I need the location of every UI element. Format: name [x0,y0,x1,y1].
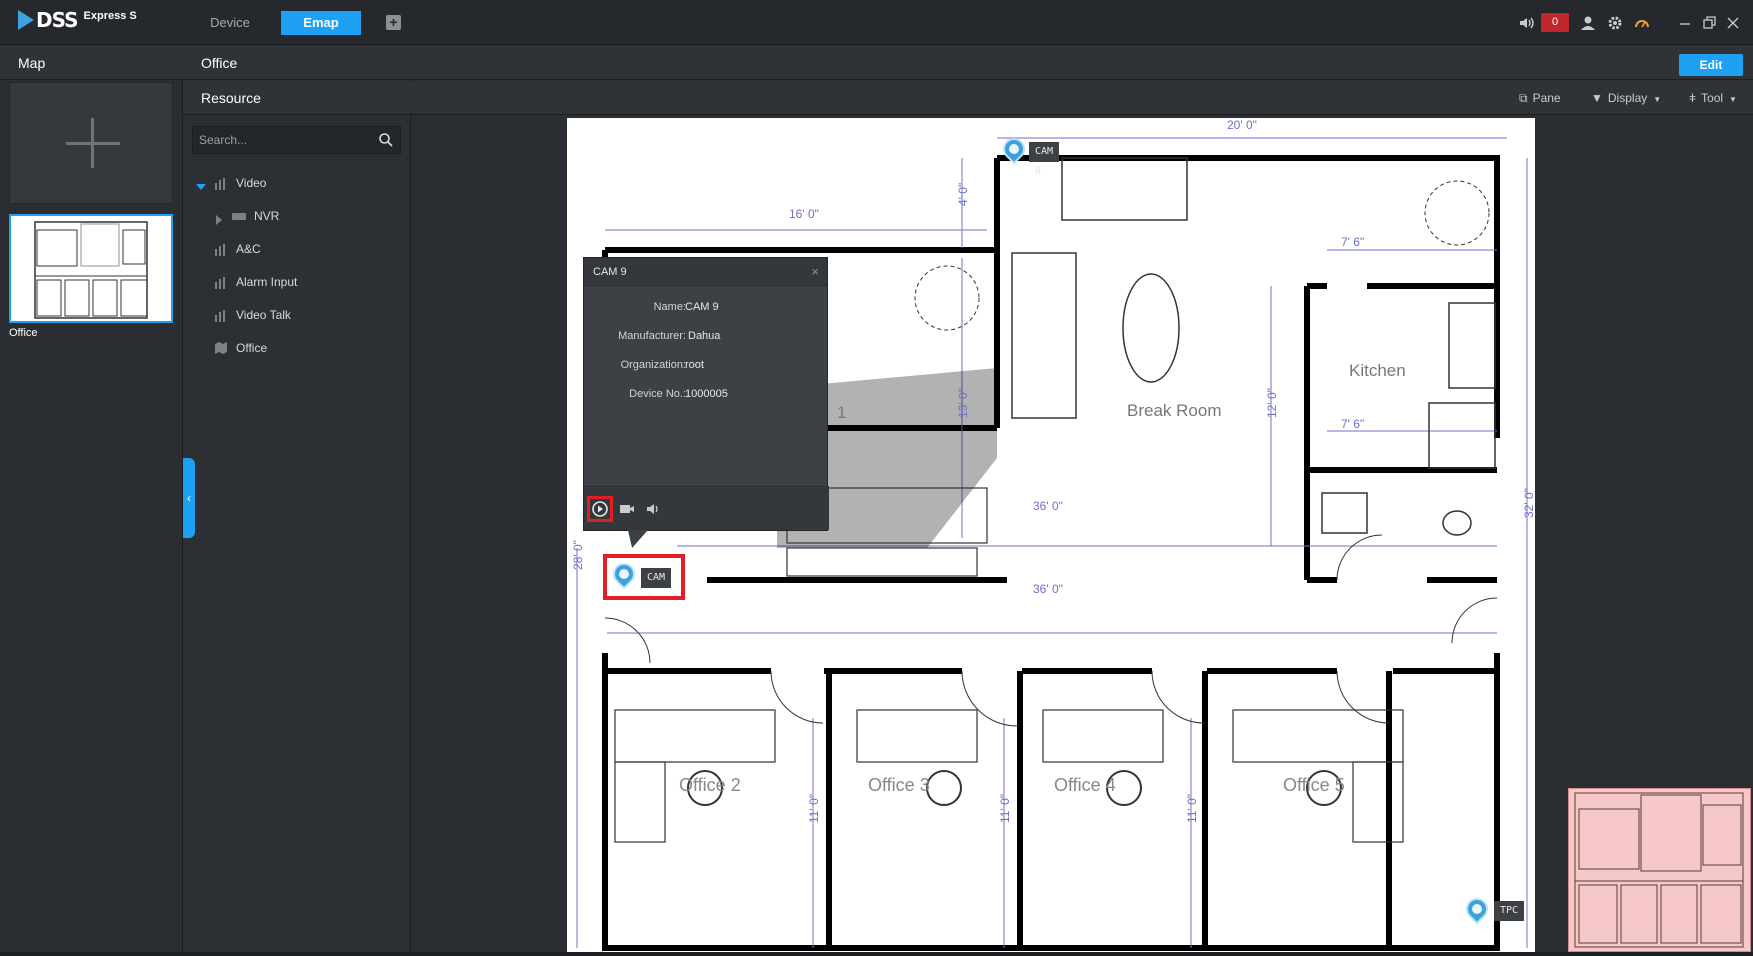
room-label-office-1: 1 [837,403,846,422]
audio-icon[interactable] [642,498,664,520]
restore-icon[interactable] [1700,14,1718,32]
alarm-input-icon [214,275,228,289]
tree-item-label: A&C [236,242,261,256]
caret-right-icon[interactable] [214,211,224,225]
room-label-break-room: Break Room [1127,401,1221,420]
tree-item-office[interactable]: Office [214,338,267,358]
play-icon[interactable] [589,498,611,520]
popup-close-icon[interactable]: × [811,258,819,286]
map-thumbnail-office[interactable] [9,214,173,323]
display-label: Display [1607,91,1648,105]
dimension-label: 11' 0" [807,794,821,823]
camera-group-icon [214,176,228,190]
bottom-scrollbar[interactable] [0,952,1753,956]
app-logo: DSS Express S [18,10,137,30]
speaker-icon[interactable] [1518,14,1536,32]
room-label-kitchen: Kitchen [1349,361,1406,380]
camera-label: TPC [1494,901,1525,921]
caret-down-icon[interactable] [196,178,206,190]
user-icon[interactable] [1579,14,1597,32]
resource-panel-title: Resource [183,81,411,115]
tab-emap[interactable]: Emap [281,11,361,35]
video-talk-icon [214,308,228,322]
pane-button[interactable]: ⧉ Pane [1519,81,1561,115]
add-tab-button[interactable]: + [386,15,401,30]
tree-item-video[interactable]: Video [196,173,266,193]
pane-label: Pane [1532,91,1561,105]
access-control-icon [214,242,228,256]
filter-icon: ▼ [1591,91,1603,105]
dimension-label: 4' 0" [956,183,970,206]
tree-item-label: NVR [254,209,280,223]
dimension-label: 20' 0" [1227,118,1257,132]
room-label-office-5: Office 5 [1283,775,1345,795]
tool-label: Tool [1701,91,1724,105]
search-icon[interactable] [378,132,394,148]
logo-text: DSS [36,8,79,32]
map-thumbnail-label: Office [9,327,38,339]
minimize-icon[interactable] [1676,14,1694,32]
dimension-label: 11' 0" [1185,794,1199,823]
dimension-label: 32' 0" [1522,488,1535,518]
collapse-panel-button[interactable]: ‹ [183,458,195,538]
tree-item-label: Video [236,176,267,190]
map-toolbar: ⧉ Pane ▼ Display ▼ ǂ Tool ▼ [411,81,1753,115]
close-icon[interactable] [1724,14,1742,32]
tree-item-video-talk[interactable]: Video Talk [214,305,291,325]
alarm-count-badge[interactable]: 0 [1541,13,1569,32]
gear-icon[interactable] [1606,14,1624,32]
popup-field-organization: Organization: root [620,359,704,371]
minimap[interactable] [1568,788,1751,952]
tool-dropdown[interactable]: ǂ Tool ▼ [1689,81,1737,115]
popup-title: CAM 9 [593,266,627,278]
tree-item-label: Video Talk [236,308,291,322]
room-label-office-3: Office 3 [868,775,930,795]
dimension-label: 28' 0" [571,540,585,570]
map-icon [214,341,228,355]
title-bar: DSS Express S Device Emap + 0 [0,0,1753,45]
dimension-label: 7' 6" [1341,235,1364,249]
tree-item-label: Office [236,341,268,355]
dimension-label: 11' 0" [998,794,1012,823]
dimension-label: 7' 6" [1341,417,1364,431]
room-label-office-2: Office 2 [679,775,741,795]
dimension-label: 36' 0" [1033,582,1063,596]
tree-item-ac[interactable]: A&C [214,239,261,259]
cam9-highlight-box [603,554,685,600]
dimension-label: 12' 0" [1265,388,1279,418]
chevron-down-icon: ▼ [1653,95,1662,104]
logo-icon [18,10,34,30]
performance-icon[interactable] [1633,14,1651,32]
display-dropdown[interactable]: ▼ Display ▼ [1591,81,1661,115]
map-panel-title: Map [0,46,183,80]
tree-item-label: Alarm Input [236,275,298,289]
tree-item-alarm-input[interactable]: Alarm Input [214,272,297,292]
dimension-label: 16' 0" [789,207,819,221]
chevron-down-icon: ▼ [1729,95,1737,104]
tool-icon: ǂ [1689,91,1697,105]
popup-field-manufacturer: Manufacturer: Dahua [618,330,721,342]
popup-header: CAM 9 × [584,258,827,286]
dimension-label: 36' 0" [1033,499,1063,513]
room-label-office-4: Office 4 [1054,775,1116,795]
add-map-button[interactable] [9,82,173,204]
popup-actions [584,486,829,530]
dimension-label: 13' 0" [956,388,970,418]
pane-icon: ⧉ [1519,91,1528,105]
search-input[interactable] [193,127,373,153]
camera-label: CAM 8 [1029,142,1060,177]
nvr-icon [232,209,246,223]
record-icon[interactable] [616,498,638,520]
logo-subtitle: Express S [83,10,137,22]
search-box [192,126,401,154]
tree-item-nvr[interactable]: NVR [214,206,279,226]
tab-device[interactable]: Device [195,11,265,35]
popup-field-name: Name: CAM 9 [653,301,719,313]
popup-field-device-no: Device No.: 1000005 [629,388,728,400]
edit-button[interactable]: Edit [1679,54,1743,76]
camera-info-popup: CAM 9 × Name: CAM 9 Manufacturer: Dahua Or… [583,257,829,531]
page-title: Office [183,46,1753,80]
floor-plan[interactable]: Break Room Kitchen 1 Office 2 Office 3 O… [567,118,1535,952]
